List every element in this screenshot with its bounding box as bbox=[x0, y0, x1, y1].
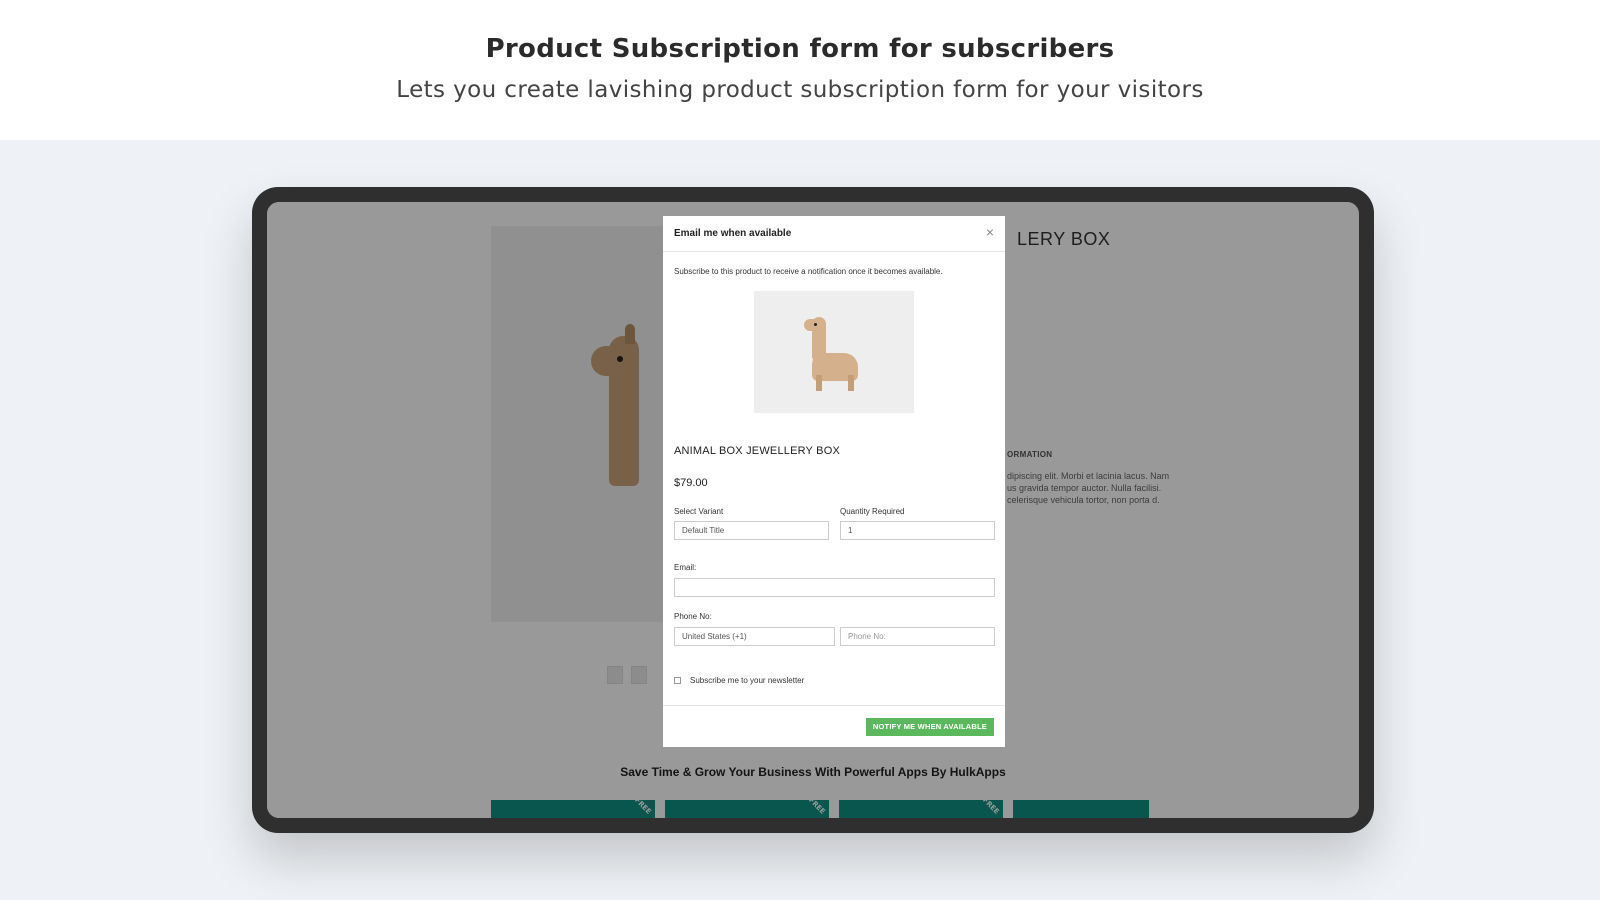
hero-title: Product Subscription form for subscriber… bbox=[485, 34, 1115, 64]
llama-figurine bbox=[804, 313, 864, 393]
email-field[interactable] bbox=[674, 578, 995, 597]
modal-divider bbox=[663, 705, 1005, 706]
variant-label: Select Variant bbox=[674, 507, 724, 516]
country-code-select[interactable]: United States (+1) bbox=[674, 627, 835, 646]
phone-label: Phone No: bbox=[674, 612, 712, 621]
variant-select[interactable]: Default Title bbox=[674, 521, 829, 540]
hero-subtitle: Lets you create lavishing product subscr… bbox=[396, 77, 1204, 103]
hero-section: Product Subscription form for subscriber… bbox=[0, 0, 1600, 140]
phone-field[interactable]: Phone No: bbox=[840, 627, 995, 646]
newsletter-checkbox[interactable] bbox=[674, 677, 681, 684]
close-icon[interactable]: × bbox=[986, 225, 994, 239]
email-label: Email: bbox=[674, 563, 697, 572]
device-frame: LERY BOX ORMATION dipiscing elit. Morbi … bbox=[252, 187, 1374, 833]
subscription-modal: Email me when available × Subscribe to t… bbox=[663, 216, 1005, 747]
modal-intro-text: Subscribe to this product to receive a n… bbox=[674, 267, 943, 276]
newsletter-label: Subscribe me to your newsletter bbox=[690, 676, 805, 685]
modal-header: Email me when available × bbox=[663, 216, 1005, 252]
product-image bbox=[754, 291, 914, 413]
quantity-input[interactable]: 1 bbox=[840, 521, 995, 540]
quantity-label: Quantity Required bbox=[840, 507, 905, 516]
modal-title: Email me when available bbox=[674, 228, 792, 239]
notify-button[interactable]: NOTIFY ME WHEN AVAILABLE bbox=[865, 718, 994, 736]
device-screen: LERY BOX ORMATION dipiscing elit. Morbi … bbox=[267, 202, 1359, 818]
product-name: ANIMAL BOX JEWELLERY BOX bbox=[674, 445, 840, 457]
product-price: $79.00 bbox=[674, 477, 708, 489]
